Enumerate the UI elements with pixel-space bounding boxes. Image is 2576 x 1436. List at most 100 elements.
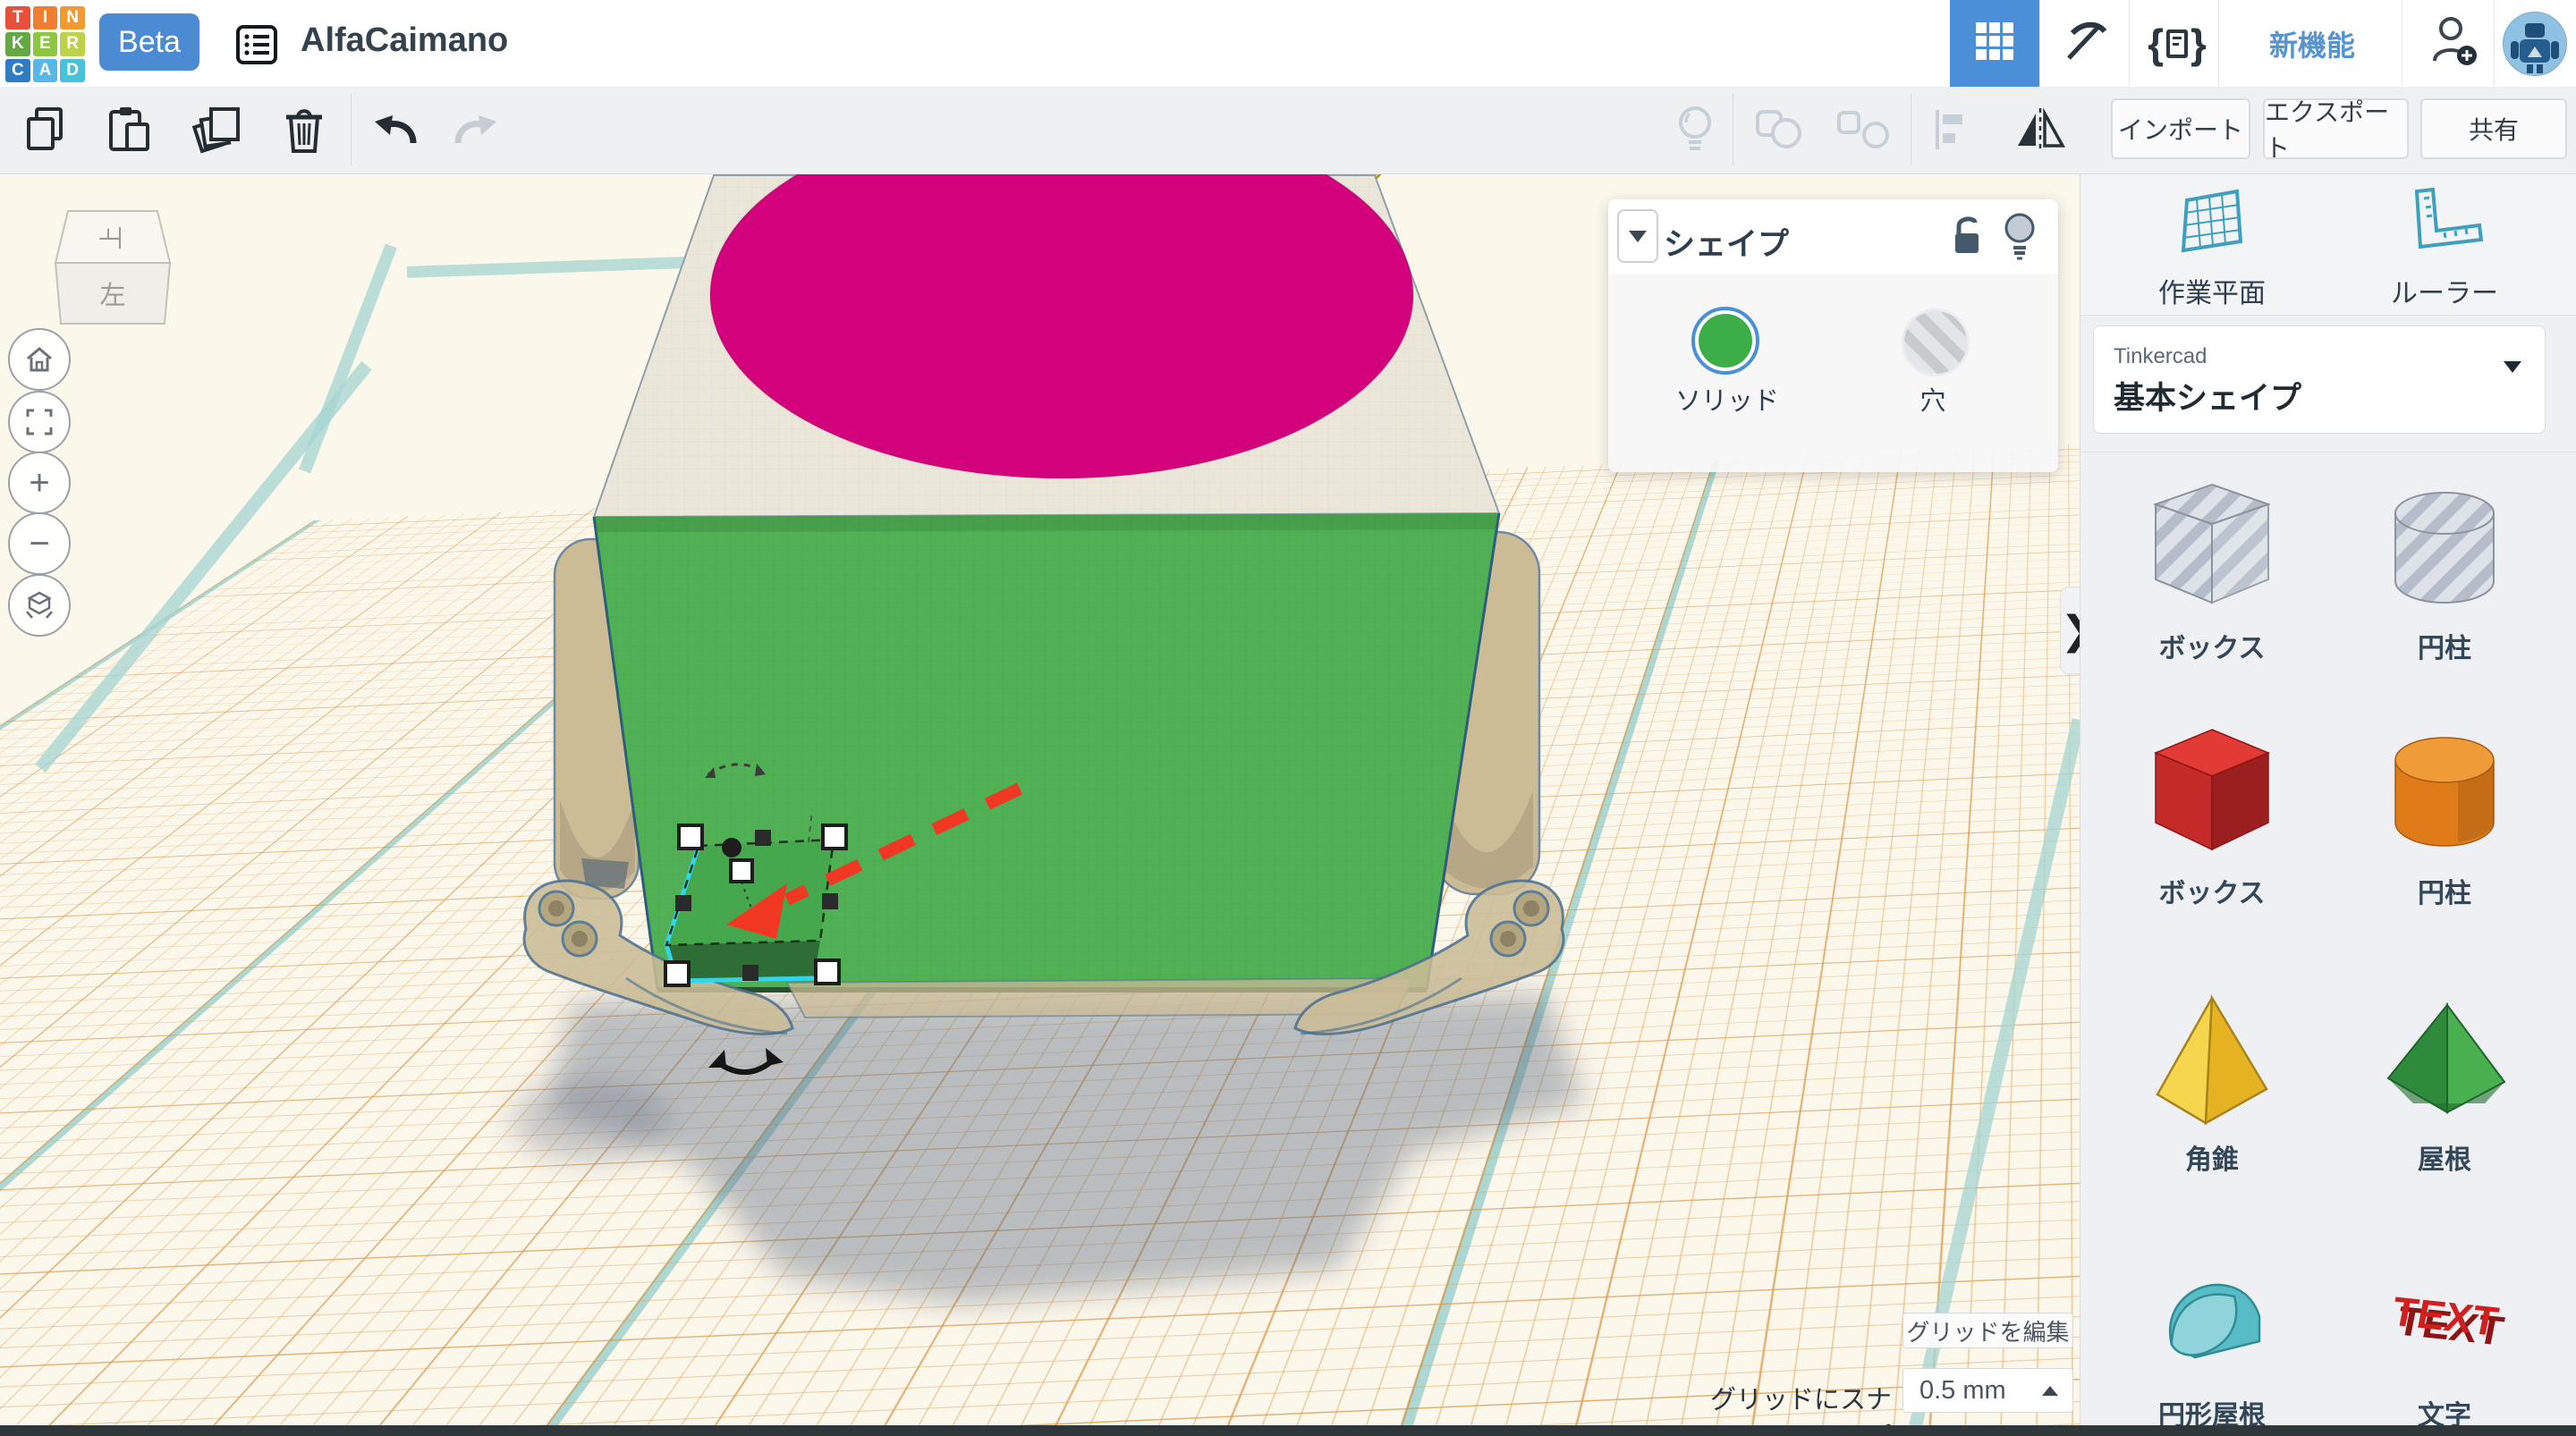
view-cube-front-label: 左 xyxy=(99,281,125,310)
code-blocks-icon: {} xyxy=(2148,20,2207,68)
user-avatar[interactable] xyxy=(2503,12,2567,76)
solid-label: ソリッド xyxy=(1647,380,1808,418)
shape-panel-header: シェイプ xyxy=(1608,199,2058,275)
view-cube[interactable]: 上 左 xyxy=(52,209,175,332)
snap-grid-select[interactable]: 0.5 mm xyxy=(1902,1368,2073,1413)
divider xyxy=(2218,0,2219,87)
logo-tile: R xyxy=(60,32,85,55)
minecraft-export-button[interactable] xyxy=(2050,0,2122,87)
ungroup-button[interactable] xyxy=(1834,87,1893,173)
solid-color-swatch xyxy=(1699,314,1752,367)
workplane-tool[interactable]: 作業平面 xyxy=(2114,186,2310,310)
header-bar: T I N K E R C A D Beta AlfaCaimano xyxy=(0,0,2576,88)
library-brand: Tinkercad xyxy=(2114,344,2207,369)
align-button[interactable] xyxy=(1928,87,1977,173)
shape-library-sidebar: 作業平面 ルーラー Tinkercad 基本シェイプ ボックス xyxy=(2080,173,2576,1436)
invite-user-button[interactable] xyxy=(2415,0,2494,87)
height-cone xyxy=(722,838,741,857)
shape-red-box[interactable]: ボックス xyxy=(2114,722,2310,910)
unlock-icon[interactable] xyxy=(1950,214,1984,265)
home-view-button[interactable] xyxy=(8,328,71,391)
height-handle[interactable] xyxy=(731,860,752,882)
light-mode-button[interactable] xyxy=(1669,87,1721,173)
bottom-bar xyxy=(0,1425,2576,1436)
tinkercad-logo[interactable]: T I N K E R C A D xyxy=(5,6,85,82)
mirror-button[interactable] xyxy=(2007,87,2073,173)
logo-tile: A xyxy=(33,59,58,82)
workplane-label: 作業平面 xyxy=(2158,271,2266,310)
logo-tile: K xyxy=(5,32,30,55)
beta-badge[interactable]: Beta xyxy=(99,13,199,71)
design-title[interactable]: AlfaCaimano xyxy=(301,21,508,60)
ruler-tool[interactable]: ルーラー xyxy=(2346,186,2543,310)
shape-text[interactable]: TEXT TEXT 文字 xyxy=(2346,1245,2543,1432)
shape-label: 角錐 xyxy=(2185,1137,2239,1177)
shape-label: 円柱 xyxy=(2418,626,2471,665)
pickaxe-icon xyxy=(2063,19,2108,68)
logo-tile: E xyxy=(33,32,58,55)
shape-pyramid[interactable]: 角錐 xyxy=(2114,989,2310,1177)
grid-icon xyxy=(1974,21,2015,66)
shape-roof[interactable]: 屋根 xyxy=(2346,989,2543,1177)
edit-toolbar: インポート エクスポート 共有 xyxy=(0,87,2576,174)
workplane-tools-row: 作業平面 ルーラー xyxy=(2080,173,2576,316)
shape-label: ボックス xyxy=(2158,871,2265,910)
shape-panel-title: シェイプ xyxy=(1664,219,1789,265)
view-cube-top-label: 上 xyxy=(98,226,125,250)
document-properties-icon[interactable] xyxy=(235,24,278,70)
shape-round-roof[interactable]: 円形屋根 xyxy=(2114,1245,2310,1432)
person-add-icon xyxy=(2429,14,2479,72)
tinkercad-app: T I N K E R C A D Beta AlfaCaimano xyxy=(0,0,2576,1436)
shape-hole-cylinder[interactable]: 円柱 xyxy=(2346,477,2543,665)
dashboard-grid-button[interactable] xyxy=(1950,0,2039,87)
new-features-link[interactable]: 新機能 xyxy=(2227,0,2397,87)
paste-button[interactable] xyxy=(100,87,156,173)
zoom-in-button[interactable]: + xyxy=(8,452,71,514)
duplicate-button[interactable] xyxy=(188,87,249,173)
codeblocks-button[interactable]: {} xyxy=(2136,0,2218,87)
shape-inspector-panel: シェイプ ソリッド 穴 xyxy=(1608,199,2058,472)
shape-panel-body: ソリッド 穴 xyxy=(1608,275,2058,472)
divider xyxy=(2039,0,2040,87)
solid-option[interactable] xyxy=(1691,307,1759,375)
shape-category-dropdown[interactable]: Tinkercad 基本シェイプ xyxy=(2093,325,2546,434)
perspective-toggle-button[interactable] xyxy=(8,574,71,637)
model-shadow xyxy=(547,994,1585,1305)
logo-tile: N xyxy=(60,6,85,30)
edit-grid-button[interactable]: グリッドを編集 xyxy=(1902,1313,2073,1348)
3d-viewport[interactable]: 上 左 + − シェイプ xyxy=(0,173,2080,1436)
ruler-label: ルーラー xyxy=(2391,271,2498,310)
logo-tile: T xyxy=(5,6,30,30)
hole-option[interactable] xyxy=(1902,308,1970,376)
ruler-icon xyxy=(2404,186,2485,262)
shape-label: 屋根 xyxy=(2418,1137,2471,1177)
shape-hole-box[interactable]: ボックス xyxy=(2114,477,2310,665)
lightbulb-icon[interactable] xyxy=(2004,210,2036,266)
group-button[interactable] xyxy=(1751,87,1807,173)
workplane-icon xyxy=(2180,186,2244,262)
library-category: 基本シェイプ xyxy=(2114,373,2301,418)
chevron-down-icon xyxy=(1629,231,1647,242)
copy-button[interactable] xyxy=(20,87,72,173)
delete-button[interactable] xyxy=(279,87,329,173)
shape-orange-cylinder[interactable]: 円柱 xyxy=(2346,722,2543,910)
redo-button[interactable] xyxy=(449,87,501,173)
shape-label: 円柱 xyxy=(2418,871,2471,910)
fit-view-button[interactable] xyxy=(8,391,71,453)
shape-label: ボックス xyxy=(2158,626,2265,665)
chevron-up-icon xyxy=(2042,1386,2058,1396)
hole-label: 穴 xyxy=(1852,380,2013,418)
snap-grid-value: 0.5 mm xyxy=(1919,1376,2042,1406)
logo-tile: D xyxy=(60,59,85,82)
divider xyxy=(2494,0,2495,87)
divider xyxy=(2129,0,2130,87)
undo-button[interactable] xyxy=(370,87,422,173)
zoom-out-button[interactable]: − xyxy=(8,512,71,575)
import-button[interactable]: インポート xyxy=(2111,98,2250,159)
chevron-down-icon xyxy=(2504,373,2521,389)
logo-tile: C xyxy=(5,59,30,82)
logo-tile: I xyxy=(33,6,58,30)
shape-panel-collapse-button[interactable] xyxy=(1617,209,1658,263)
share-button[interactable]: 共有 xyxy=(2420,98,2567,159)
export-button[interactable]: エクスポート xyxy=(2263,98,2409,159)
